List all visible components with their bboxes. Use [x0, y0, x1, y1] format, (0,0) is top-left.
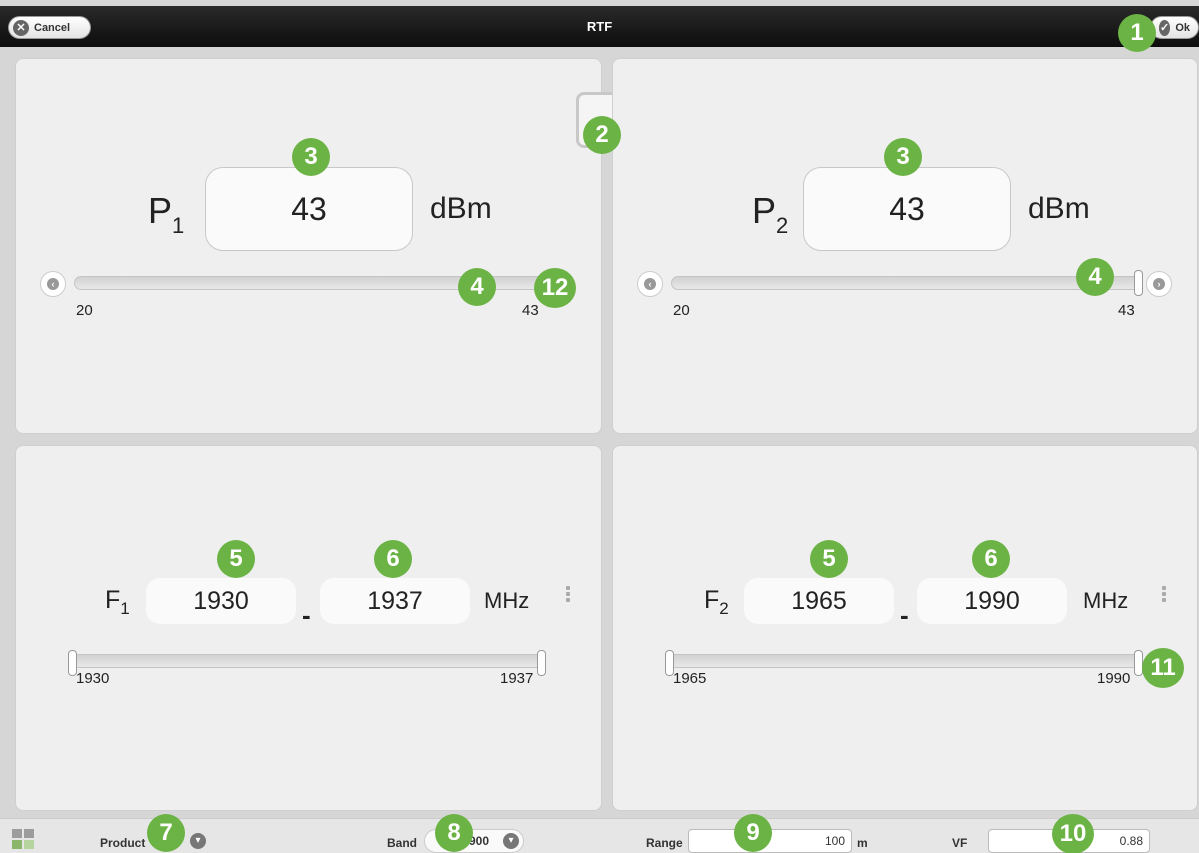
annotation-marker: 12: [534, 268, 576, 308]
annotation-marker: 4: [1076, 258, 1114, 296]
annotation-marker: 3: [292, 138, 330, 176]
frequency-1-low-input[interactable]: 1930: [146, 578, 296, 624]
top-bar: ✕ Cancel RTF ✓ Ok: [0, 6, 1199, 47]
power-1-min-label: 20: [76, 302, 93, 319]
power-slider-2[interactable]: [671, 276, 1141, 290]
power-2-max-label: 43: [1118, 302, 1135, 319]
frequency-label-2: F2: [704, 586, 729, 618]
range-label: Range: [646, 836, 683, 850]
frequency-2-min-label: 1965: [673, 670, 707, 687]
frequency-2-max-label: 1990: [1097, 670, 1131, 687]
annotation-marker: 6: [374, 540, 412, 578]
band-dropdown-icon[interactable]: ▾: [503, 833, 519, 849]
annotation-marker: 4: [458, 268, 496, 306]
annotation-marker: 5: [810, 540, 848, 578]
frequency-1-max-label: 1937: [500, 670, 534, 687]
frequency-2-high-input[interactable]: 1990: [917, 578, 1067, 624]
frequency-2-dash: -: [900, 600, 909, 630]
power-unit-1: dBm: [430, 192, 492, 225]
power-label-1: P1: [148, 190, 185, 238]
annotation-marker: 2: [583, 116, 621, 154]
power-input-2[interactable]: 43: [803, 167, 1011, 251]
check-icon: ✓: [1159, 19, 1171, 36]
power-1-max-label: 43: [522, 302, 539, 319]
power-2-increment-button[interactable]: ›: [1146, 271, 1172, 297]
frequency-1-dash: -: [302, 600, 311, 630]
frequency-2-unit: MHz: [1083, 588, 1129, 613]
power-input-1[interactable]: 43: [205, 167, 413, 251]
annotation-marker: 8: [435, 814, 473, 852]
power-2-slider-handle[interactable]: [1134, 270, 1143, 296]
frequency-2-more-icon[interactable]: [1162, 586, 1166, 604]
annotation-marker: 10: [1052, 814, 1094, 853]
power-2-decrement-button[interactable]: ‹: [637, 271, 663, 297]
chevron-right-icon: ›: [1153, 278, 1165, 290]
frequency-label-1: F1: [105, 586, 130, 618]
vf-label: VF: [952, 836, 968, 850]
frequency-1-high-input[interactable]: 1937: [320, 578, 470, 624]
annotation-marker: 6: [972, 540, 1010, 578]
frequency-1-unit: MHz: [484, 588, 530, 613]
annotation-marker: 9: [734, 814, 772, 852]
grid-menu-icon[interactable]: [12, 829, 36, 851]
power-label-2: P2: [752, 190, 789, 238]
annotation-marker: 7: [147, 814, 185, 852]
page-title: RTF: [586, 19, 613, 34]
frequency-slider-2[interactable]: [669, 654, 1143, 668]
product-label: Product: [100, 836, 146, 850]
annotation-marker: 3: [884, 138, 922, 176]
annotation-marker: 11: [1142, 648, 1184, 688]
band-label: Band: [387, 836, 417, 850]
power-2-min-label: 20: [673, 302, 690, 319]
power-1-decrement-button[interactable]: ‹: [40, 271, 66, 297]
chevron-left-icon: ‹: [47, 278, 59, 290]
frequency-slider-1[interactable]: [72, 654, 546, 668]
frequency-2-low-input[interactable]: 1965: [744, 578, 894, 624]
frequency-1-high-handle[interactable]: [537, 650, 546, 676]
product-dropdown-icon[interactable]: ▾: [190, 833, 206, 849]
frequency-1-more-icon[interactable]: [566, 586, 570, 604]
power-unit-2: dBm: [1028, 192, 1090, 225]
annotation-marker: 5: [217, 540, 255, 578]
chevron-left-icon: ‹: [644, 278, 656, 290]
ok-label: Ok: [1175, 21, 1190, 34]
ok-button[interactable]: ✓ Ok: [1150, 16, 1199, 39]
annotation-marker: 1: [1118, 14, 1156, 52]
frequency-1-min-label: 1930: [76, 670, 110, 687]
range-unit: m: [857, 836, 868, 850]
